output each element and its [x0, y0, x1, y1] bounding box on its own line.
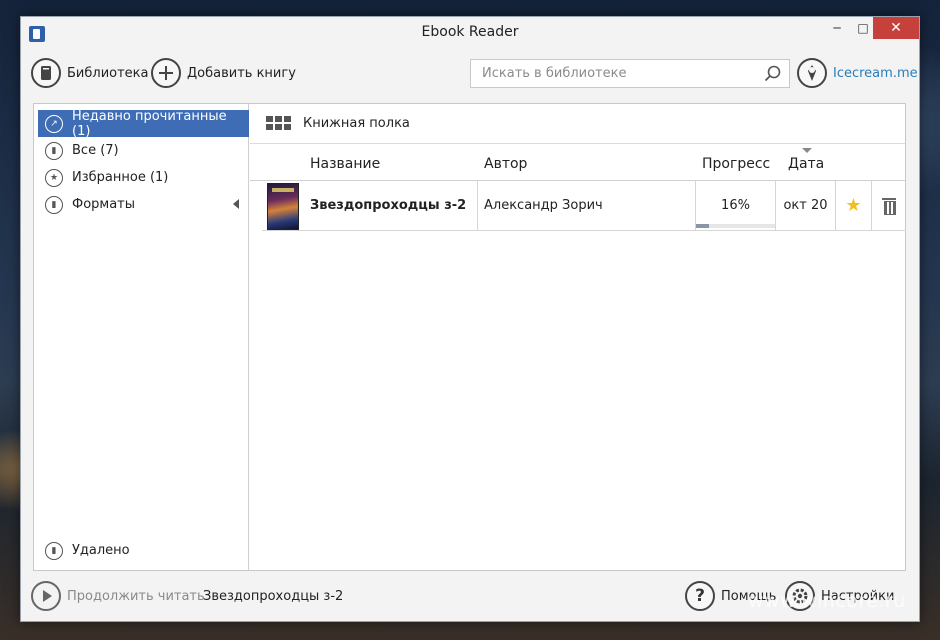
main-panel: ↗ Недавно прочитанные (1) ▮ Все (7) ★ Из… [33, 103, 906, 571]
search-box[interactable] [470, 59, 790, 88]
book-date: окт 20 [776, 181, 836, 230]
bookmark-icon: ▮ [45, 195, 63, 214]
question-icon: ? [685, 581, 715, 611]
search-input[interactable] [471, 60, 751, 87]
recent-icon: ↗ [45, 114, 63, 133]
title-bar[interactable]: Ebook Reader ─ □ ✕ [21, 17, 919, 49]
progress-bar-fill [696, 224, 709, 228]
delete-button[interactable] [872, 181, 906, 230]
library-label: Библиотека [67, 65, 149, 81]
shelf-view-button[interactable]: Книжная полка [250, 104, 905, 144]
current-book-title: Звездопроходцы з-2 [203, 589, 344, 604]
table-header: Название Автор Прогресс Дата [250, 145, 905, 181]
sort-arrow-icon [802, 148, 812, 153]
sidebar-item-formats[interactable]: ▮ Форматы [38, 191, 249, 218]
library-icon [31, 58, 61, 88]
table-row[interactable]: Звездопроходцы з-2 Александр Зорич 16% о… [262, 181, 906, 231]
window-title: Ebook Reader [421, 24, 519, 40]
sidebar-item-all[interactable]: ▮ Все (7) [38, 137, 249, 164]
sidebar-item-label: Форматы [72, 197, 136, 212]
sidebar-item-label: Избранное (1) [72, 170, 169, 185]
close-button[interactable]: ✕ [873, 17, 919, 39]
trash-icon [882, 198, 896, 215]
icecream-link[interactable]: Icecream.me [797, 57, 918, 89]
trash-icon: ▮ [45, 541, 63, 560]
column-date[interactable]: Дата [788, 156, 824, 172]
book-cover [267, 183, 299, 230]
play-icon[interactable] [31, 581, 61, 611]
star-icon: ★ [45, 168, 63, 187]
book-title: Звездопроходцы з-2 [308, 181, 478, 230]
column-title[interactable]: Название [310, 156, 380, 172]
chevron-left-icon[interactable] [233, 199, 239, 209]
sidebar: ↗ Недавно прочитанные (1) ▮ Все (7) ★ Из… [34, 104, 249, 570]
add-book-button[interactable]: Добавить книгу [151, 57, 296, 89]
sidebar-item-favorites[interactable]: ★ Избранное (1) [38, 164, 249, 191]
sidebar-item-recent[interactable]: ↗ Недавно прочитанные (1) [38, 108, 249, 139]
sidebar-item-label: Недавно прочитанные (1) [72, 108, 227, 139]
progress-text: 16% [721, 198, 750, 213]
search-icon[interactable] [764, 65, 781, 82]
plus-icon [151, 58, 181, 88]
continue-reading-button[interactable]: Продолжить читать [67, 589, 205, 604]
grid-icon [266, 116, 291, 131]
icecream-logo-icon [797, 58, 827, 88]
book-icon: ▮ [45, 141, 63, 160]
add-book-label: Добавить книгу [187, 65, 296, 81]
progress-bar [696, 224, 775, 228]
column-author[interactable]: Автор [484, 156, 527, 172]
sidebar-item-label: Удалено [72, 543, 130, 558]
toolbar: Библиотека Добавить книгу Icecream.me [21, 53, 919, 93]
sidebar-item-deleted[interactable]: ▮ Удалено [38, 537, 249, 564]
star-icon: ★ [845, 195, 862, 216]
icecream-label: Icecream.me [833, 65, 918, 81]
column-progress[interactable]: Прогресс [702, 156, 770, 172]
app-window: Ebook Reader ─ □ ✕ Библиотека Добавить к… [20, 16, 920, 622]
shelf-label: Книжная полка [303, 116, 410, 131]
book-progress: 16% [696, 181, 776, 230]
favorite-button[interactable]: ★ [836, 181, 872, 230]
content-area: Книжная полка Название Автор Прогресс Да… [250, 104, 906, 570]
watermark: www.wincore.ru [748, 590, 906, 612]
library-button[interactable]: Библиотека [31, 57, 149, 89]
minimize-button[interactable]: ─ [823, 17, 851, 39]
book-author: Александр Зорич [478, 181, 696, 230]
sidebar-item-label: Все (7) [72, 143, 119, 158]
